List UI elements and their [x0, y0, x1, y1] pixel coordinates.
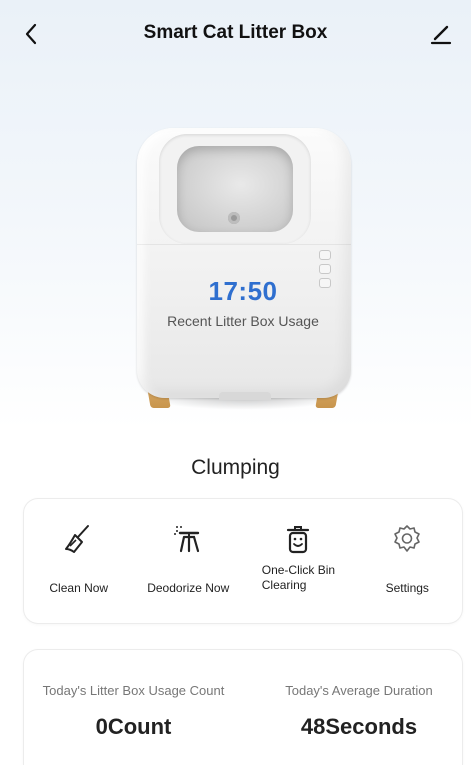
- device-seam: [137, 244, 351, 245]
- actions-card: Clean Now Deodorize Now One-Click Bin Cl…: [24, 499, 462, 623]
- deodorize-icon: [171, 521, 205, 557]
- pencil-icon: [430, 25, 452, 45]
- average-duration-value: 48Seconds: [300, 714, 418, 739]
- deodorize-now-label: Deodorize Now: [147, 580, 230, 595]
- top-bar: Smart Cat Litter Box: [0, 0, 471, 66]
- broom-icon: [62, 521, 96, 557]
- litter-box-device-image: 17:50 Recent Litter Box Usage: [127, 116, 359, 420]
- daily-stats-card: Today's Litter Box Usage Count 0Count To…: [24, 650, 462, 765]
- usage-count-caption: Today's Litter Box Usage Count: [42, 683, 225, 698]
- one-click-bin-clearing-button[interactable]: One-Click Bin Clearing: [248, 521, 348, 593]
- last-usage-time: 17:50: [208, 276, 278, 306]
- clean-now-label: Clean Now: [49, 580, 109, 595]
- device-sensor: [228, 212, 240, 224]
- gear-icon: [390, 521, 424, 557]
- device-drawer-slot: [219, 392, 271, 400]
- trash-bin-icon: [281, 521, 315, 557]
- one-click-bin-clearing-label: One-Click Bin Clearing: [261, 563, 336, 592]
- clean-now-button[interactable]: Clean Now: [29, 521, 129, 603]
- page-title: Smart Cat Litter Box: [143, 22, 328, 43]
- average-duration-caption: Today's Average Duration: [285, 683, 433, 698]
- settings-button[interactable]: Settings: [357, 521, 457, 603]
- usage-count-stat: Today's Litter Box Usage Count 0Count: [24, 683, 243, 740]
- edit-button[interactable]: [427, 20, 455, 48]
- settings-label: Settings: [385, 580, 429, 595]
- device-status: Clumping: [191, 456, 280, 479]
- last-usage-label: Recent Litter Box Usage: [167, 313, 319, 329]
- deodorize-now-button[interactable]: Deodorize Now: [138, 521, 238, 603]
- average-duration-stat: Today's Average Duration 48Seconds: [256, 683, 462, 740]
- usage-count-value: 0Count: [95, 714, 172, 739]
